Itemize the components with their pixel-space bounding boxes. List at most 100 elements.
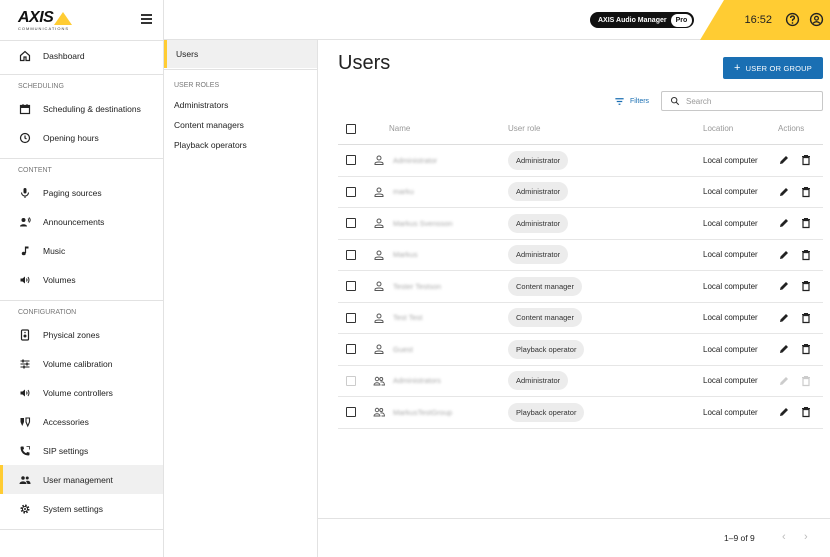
sidebar-item-volume-calibration[interactable]: Volume calibration [0,349,163,378]
sidebar-item-system-settings[interactable]: System settings [0,494,163,523]
sidebar-item-announcements[interactable]: Announcements [0,207,163,236]
sidebar-item-volumes[interactable]: Volumes [0,265,163,294]
user-name: MarkusTestGroup [393,407,453,417]
delete-icon[interactable] [800,249,812,261]
role-chip: Administrator [508,150,569,170]
delete-icon[interactable] [800,343,812,355]
sidebar-item-user-management[interactable]: User management [0,465,163,494]
sidebar-item-accessories[interactable]: Accessories [0,407,163,436]
user-icon [373,154,385,166]
filter-icon [615,98,624,105]
subnav-section-label: USER ROLES [174,82,220,89]
table-row[interactable]: Administrator Administrator Local computer [338,145,823,177]
column-header-location[interactable]: Location [703,124,773,133]
row-checkbox[interactable] [346,249,356,260]
speaker-icon [18,273,32,287]
add-user-or-group-button[interactable]: + USER OR GROUP [723,57,823,79]
users-table: Name User role Location Actions Administ… [338,113,823,429]
sidebar-item-label: Volumes [43,274,76,285]
delete-icon[interactable] [800,406,812,418]
hamburger-menu-icon[interactable] [141,14,152,26]
user-name: Administrator [393,155,438,165]
sidebar-item-paging-sources[interactable]: Paging sources [0,178,163,207]
sidebar-item-label: User management [43,474,113,485]
sidebar-item-scheduling[interactable]: Scheduling & destinations [0,94,163,123]
table-row[interactable]: Test Test Content manager Local computer [338,303,823,334]
plus-icon: + [734,62,741,74]
sliders-icon [18,357,32,371]
edit-icon[interactable] [778,249,790,261]
row-checkbox[interactable] [346,312,356,323]
delete-icon[interactable] [800,217,812,229]
subnav-item-playback-operators[interactable]: Playback operators [164,135,317,155]
delete-icon[interactable] [800,312,812,324]
location: Local computer [703,250,758,260]
subnav-item-content-managers[interactable]: Content managers [164,115,317,135]
delete-icon[interactable] [800,154,812,166]
row-checkbox[interactable] [346,155,356,166]
edit-icon[interactable] [778,280,790,292]
axis-logo[interactable]: AXIS COMMUNICATIONS [18,9,73,31]
nav-section-label: SCHEDULING [18,83,64,90]
edit-icon[interactable] [778,312,790,324]
help-icon[interactable] [785,12,800,27]
clock-icon [18,131,32,145]
location: Local computer [703,313,758,323]
nav-section-label: CONTENT [18,167,52,174]
delete-icon[interactable] [800,375,812,387]
search-box [661,91,823,111]
sidebar-item-volume-controllers[interactable]: Volume controllers [0,378,163,407]
role-chip: Playback operator [508,339,585,359]
sidebar-item-label: Announcements [43,216,105,227]
page-title: Users [338,52,391,74]
row-checkbox[interactable] [346,375,356,386]
edit-icon[interactable] [778,186,790,198]
table-row[interactable]: Markus Administrator Local computer [338,240,823,271]
search-input[interactable] [686,96,816,106]
table-row[interactable]: Tester Testson Content manager Local compu… [338,271,823,303]
table-row[interactable]: Guest Playback operator Local computer [338,334,823,366]
prev-page-icon[interactable]: ‹ [782,531,786,543]
filters-button[interactable]: Filters [614,96,649,107]
table-row[interactable]: marku Administrator Local computer [338,177,823,208]
row-checkbox[interactable] [346,407,356,418]
gear-icon [18,502,32,516]
row-checkbox[interactable] [346,218,356,229]
top-bar: AXIS Audio Manager Pro 16:52 [164,0,830,40]
edit-icon[interactable] [778,154,790,166]
sidebar-item-music[interactable]: Music [0,236,163,265]
table-row[interactable]: Administrators Administrator Local compute… [338,366,823,397]
sidebar-item-label: Dashboard [43,50,85,61]
location: Local computer [703,187,758,197]
select-all-checkbox[interactable] [346,123,356,134]
user-icon [373,312,385,324]
delete-icon[interactable] [800,280,812,292]
sidebar-item-sip-settings[interactable]: SIP settings [0,436,163,465]
column-header-name[interactable]: Name [373,124,505,133]
user-icon [373,217,385,229]
subnav-item-users[interactable]: Users [164,40,317,68]
edit-icon[interactable] [778,217,790,229]
microphone-icon [18,186,32,200]
edit-icon[interactable] [778,343,790,355]
clock: 16:52 [744,14,772,26]
subnav-item-administrators[interactable]: Administrators [164,95,317,115]
product-badge: AXIS Audio Manager Pro [590,12,695,28]
row-checkbox[interactable] [346,344,356,355]
sidebar-item-physical-zones[interactable]: Physical zones [0,320,163,349]
delete-icon[interactable] [800,186,812,198]
column-header-role[interactable]: User role [505,124,703,133]
row-checkbox[interactable] [346,186,356,197]
speaker-icon [18,386,32,400]
next-page-icon[interactable]: › [804,531,808,543]
row-checkbox[interactable] [346,281,356,292]
user-name: Test Test [393,313,423,323]
edit-icon[interactable] [778,406,790,418]
sidebar-item-opening-hours[interactable]: Opening hours [0,123,163,152]
table-row[interactable]: MarkusTestGroup Playback operator Local co… [338,397,823,429]
edit-icon[interactable] [778,375,790,387]
table-row[interactable]: Markus Svensson Administrator Local comput… [338,208,823,240]
sidebar-item-dashboard[interactable]: Dashboard [0,41,163,70]
account-icon[interactable] [809,12,824,27]
user-icon [373,343,385,355]
